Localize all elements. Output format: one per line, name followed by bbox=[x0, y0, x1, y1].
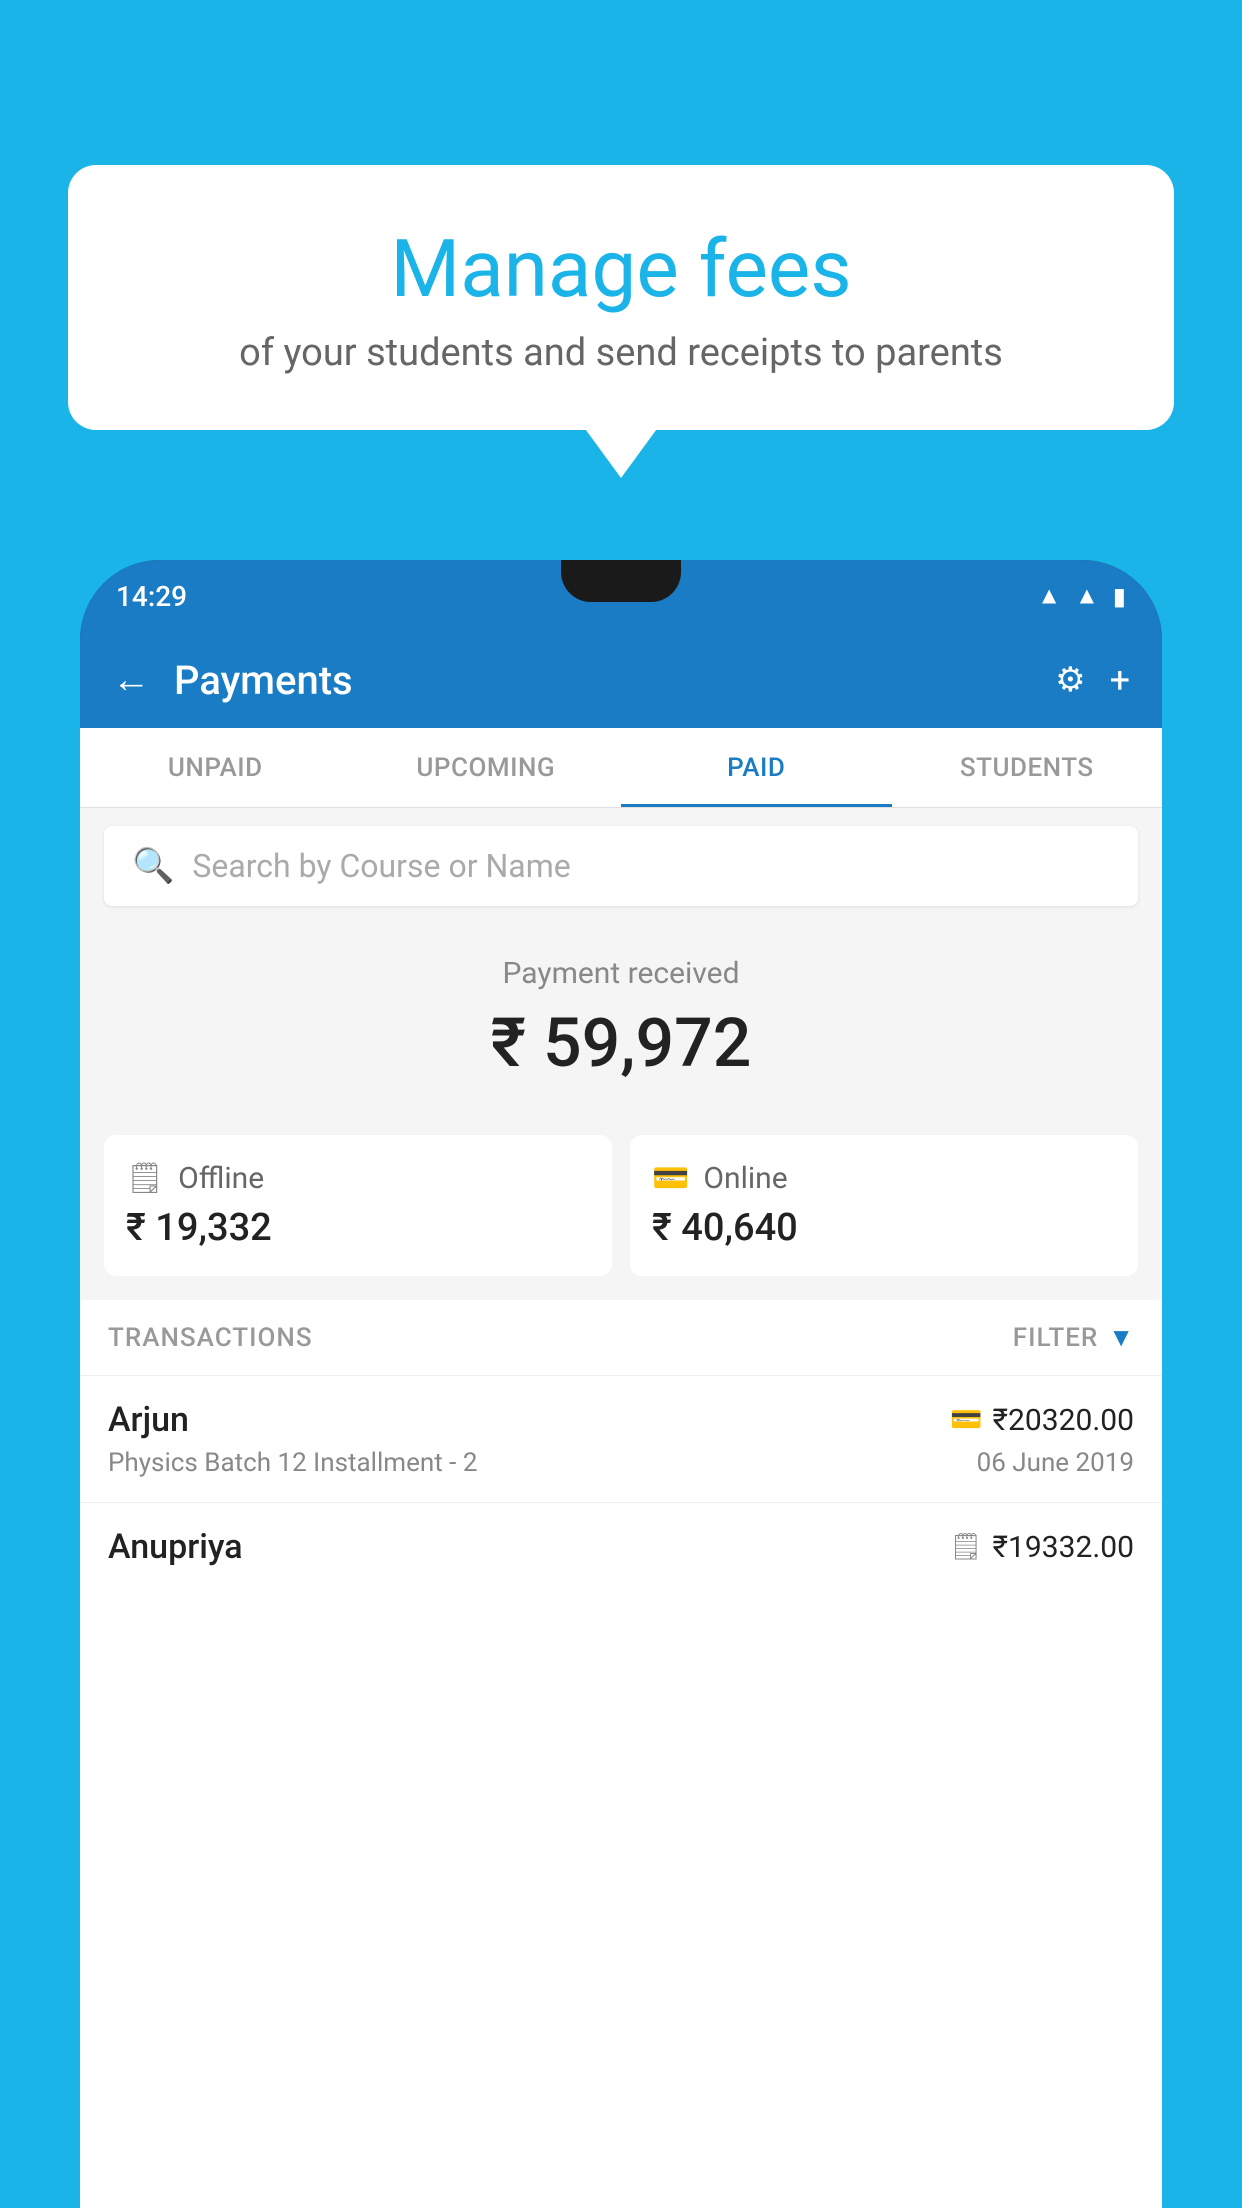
phone-screen: UNPAID UPCOMING PAID STUDENTS 🔍 Search b… bbox=[80, 728, 1162, 2208]
transaction-amount-wrap: 🗒 ₹19332.00 bbox=[950, 1530, 1134, 1565]
transactions-header: TRANSACTIONS FILTER ▼ bbox=[80, 1300, 1162, 1375]
status-icons: ▲ ▲ ▮ bbox=[1037, 582, 1126, 611]
filter-button[interactable]: FILTER ▼ bbox=[1013, 1322, 1134, 1353]
search-container: 🔍 Search by Course or Name bbox=[80, 808, 1162, 924]
bubble-title: Manage fees bbox=[118, 225, 1124, 313]
speech-bubble: Manage fees of your students and send re… bbox=[68, 165, 1174, 430]
cash-payment-icon: 🗒 bbox=[950, 1532, 983, 1562]
payment-received-label: Payment received bbox=[104, 956, 1138, 991]
transaction-date: 06 June 2019 bbox=[977, 1448, 1134, 1478]
wifi-icon: ▲ bbox=[1037, 582, 1061, 611]
header-title: Payments bbox=[174, 657, 1055, 704]
payment-summary: Payment received ₹ 59,972 bbox=[80, 924, 1162, 1135]
offline-label: Offline bbox=[178, 1161, 264, 1196]
transaction-top: Arjun 💳 ₹20320.00 bbox=[108, 1400, 1134, 1440]
online-amount: ₹ 40,640 bbox=[652, 1206, 1116, 1250]
header-icons: ⚙ + bbox=[1055, 659, 1130, 701]
tab-students[interactable]: STUDENTS bbox=[892, 728, 1163, 807]
transaction-bottom: Physics Batch 12 Installment - 2 06 June… bbox=[108, 1448, 1134, 1478]
transaction-row[interactable]: Arjun 💳 ₹20320.00 Physics Batch 12 Insta… bbox=[80, 1375, 1162, 1502]
status-bar: 14:29 ▲ ▲ ▮ bbox=[80, 560, 1162, 632]
transactions-label: TRANSACTIONS bbox=[108, 1323, 313, 1353]
offline-icon: 🗒 bbox=[126, 1161, 164, 1196]
phone-frame: 14:29 ▲ ▲ ▮ ← Payments ⚙ + UNPAID UPCOMI… bbox=[80, 560, 1162, 2208]
tab-paid[interactable]: PAID bbox=[621, 728, 892, 807]
settings-icon[interactable]: ⚙ bbox=[1055, 660, 1085, 700]
tabs-container: UNPAID UPCOMING PAID STUDENTS bbox=[80, 728, 1162, 808]
transaction-top: Anupriya 🗒 ₹19332.00 bbox=[108, 1527, 1134, 1567]
transaction-amount: ₹20320.00 bbox=[993, 1403, 1134, 1438]
filter-label: FILTER bbox=[1013, 1323, 1098, 1353]
tab-unpaid[interactable]: UNPAID bbox=[80, 728, 351, 807]
bubble-subtitle: of your students and send receipts to pa… bbox=[118, 331, 1124, 375]
search-bar[interactable]: 🔍 Search by Course or Name bbox=[104, 826, 1138, 906]
back-button[interactable]: ← bbox=[112, 658, 150, 702]
offline-payment-card: 🗒 Offline ₹ 19,332 bbox=[104, 1135, 612, 1276]
filter-icon: ▼ bbox=[1108, 1322, 1134, 1353]
online-payment-card: 💳 Online ₹ 40,640 bbox=[630, 1135, 1138, 1276]
phone-notch bbox=[561, 560, 681, 602]
transaction-course: Physics Batch 12 Installment - 2 bbox=[108, 1448, 477, 1478]
battery-icon: ▮ bbox=[1113, 582, 1126, 610]
payment-cards: 🗒 Offline ₹ 19,332 💳 Online ₹ 40,640 bbox=[80, 1135, 1162, 1300]
offline-card-header: 🗒 Offline bbox=[126, 1161, 590, 1196]
online-label: Online bbox=[703, 1161, 787, 1196]
online-card-header: 💳 Online bbox=[652, 1161, 1116, 1196]
search-placeholder: Search by Course or Name bbox=[192, 847, 570, 885]
online-icon: 💳 bbox=[652, 1161, 689, 1196]
add-icon[interactable]: + bbox=[1110, 659, 1130, 701]
signal-icon: ▲ bbox=[1075, 582, 1099, 611]
transaction-name: Arjun bbox=[108, 1400, 189, 1440]
tab-upcoming[interactable]: UPCOMING bbox=[351, 728, 622, 807]
transaction-row[interactable]: Anupriya 🗒 ₹19332.00 bbox=[80, 1502, 1162, 1599]
card-payment-icon: 💳 bbox=[950, 1405, 982, 1435]
search-icon: 🔍 bbox=[132, 846, 174, 886]
transaction-amount-wrap: 💳 ₹20320.00 bbox=[950, 1403, 1134, 1438]
transaction-name: Anupriya bbox=[108, 1527, 243, 1567]
app-header: ← Payments ⚙ + bbox=[80, 632, 1162, 728]
transaction-amount: ₹19332.00 bbox=[993, 1530, 1134, 1565]
offline-amount: ₹ 19,332 bbox=[126, 1206, 590, 1250]
status-time: 14:29 bbox=[116, 580, 187, 613]
payment-total-amount: ₹ 59,972 bbox=[104, 1003, 1138, 1083]
